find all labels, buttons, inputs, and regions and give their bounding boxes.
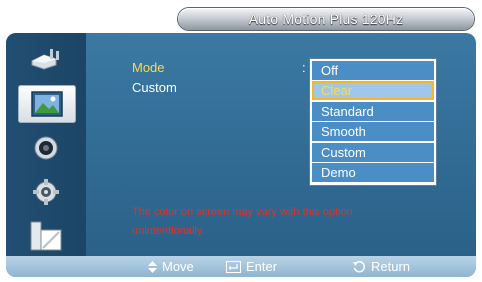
option-clear[interactable]: Clear xyxy=(312,81,434,100)
sidebar-item-sound[interactable] xyxy=(22,129,70,167)
mode-separator: : xyxy=(302,60,306,75)
navigation-hint-bar: Move Enter Return xyxy=(6,256,476,277)
up-down-arrow-icon xyxy=(148,260,157,273)
option-demo[interactable]: Demo xyxy=(312,163,434,182)
move-label: Move xyxy=(162,259,194,274)
mode-dropdown-list[interactable]: Off Clear Standard Smooth Custom Demo xyxy=(309,58,437,186)
return-hint: Return xyxy=(352,256,410,277)
return-label: Return xyxy=(371,259,411,274)
osd-window: Auto Motion Plus 120Hz Mode Custom: Off… xyxy=(0,0,482,282)
option-smooth[interactable]: Smooth xyxy=(312,122,434,141)
option-off[interactable]: Off xyxy=(312,61,434,80)
sidebar-item-setup[interactable] xyxy=(22,173,70,211)
custom-label[interactable]: Custom xyxy=(132,80,177,95)
option-custom[interactable]: Custom xyxy=(312,143,434,162)
enter-label: Enter xyxy=(246,259,278,274)
sidebar-item-input[interactable] xyxy=(22,41,70,79)
multi-control-icon xyxy=(30,221,62,251)
setup-gear-icon xyxy=(33,179,59,205)
return-icon xyxy=(353,260,366,272)
sidebar-item-multi-control[interactable] xyxy=(22,217,70,255)
sidebar-item-picture[interactable] xyxy=(18,85,76,123)
option-standard[interactable]: Standard xyxy=(312,102,434,121)
enter-hint: Enter xyxy=(226,256,277,277)
picture-icon xyxy=(31,91,63,117)
color-warning-text: The color on screen may vary with this o… xyxy=(132,206,353,237)
move-hint: Move xyxy=(148,256,194,277)
enter-icon xyxy=(226,260,241,273)
mode-label[interactable]: Mode xyxy=(132,60,165,75)
input-plug-icon xyxy=(31,49,59,70)
menu-title: Auto Motion Plus 120Hz xyxy=(178,8,474,30)
category-sidebar xyxy=(6,33,86,257)
sound-icon xyxy=(34,136,58,160)
